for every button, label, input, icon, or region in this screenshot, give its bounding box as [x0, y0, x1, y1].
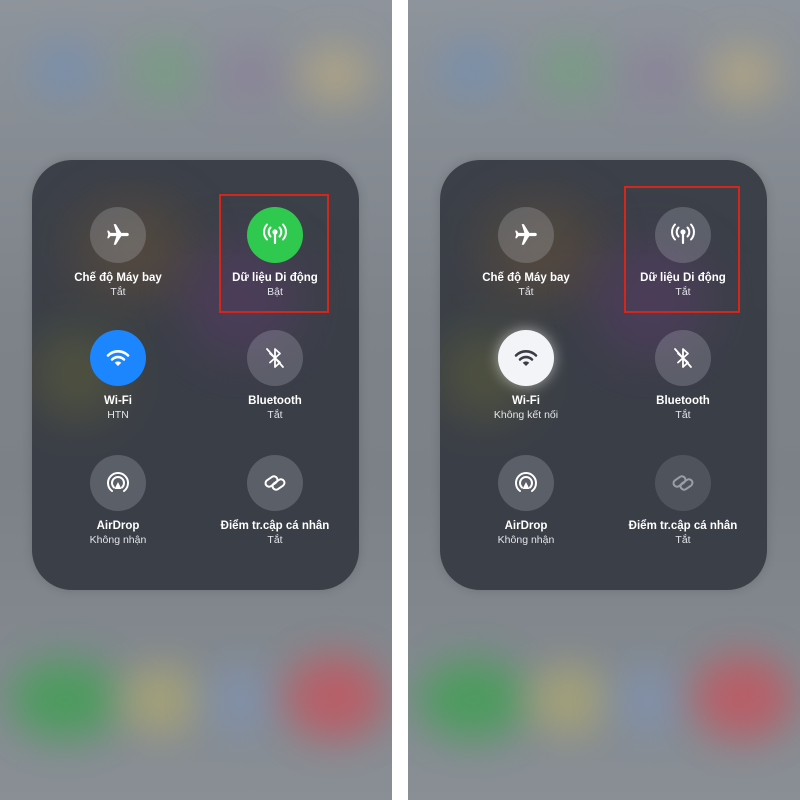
bluetooth-icon — [266, 348, 284, 368]
airplane-icon — [107, 224, 129, 245]
wifi-tile[interactable]: Wi-Fi Không kết nối — [446, 330, 606, 422]
personal-hotspot-status: Tắt — [267, 534, 283, 546]
bluetooth-tile[interactable]: Bluetooth Tắt — [195, 330, 355, 422]
bluetooth-icon — [674, 348, 692, 368]
airplane-icon — [515, 224, 537, 245]
airdrop-icon — [515, 472, 537, 492]
airplane-mode-tile[interactable]: Chế độ Máy bay Tắt — [38, 207, 198, 299]
highlight-box-cellular — [219, 194, 329, 313]
bluetooth-label: Bluetooth — [248, 395, 302, 407]
wifi-label: Wi-Fi — [104, 395, 132, 407]
airdrop-tile[interactable]: AirDrop Không nhận — [38, 455, 198, 547]
wifi-button[interactable] — [90, 330, 146, 386]
highlight-box-cellular — [624, 186, 740, 313]
personal-hotspot-status: Tắt — [675, 534, 691, 546]
bluetooth-status: Tắt — [267, 409, 283, 421]
bluetooth-tile[interactable]: Bluetooth Tắt — [603, 330, 763, 422]
airplane-mode-button[interactable] — [90, 207, 146, 263]
wifi-button[interactable] — [498, 330, 554, 386]
airplane-mode-button[interactable] — [498, 207, 554, 263]
bluetooth-label: Bluetooth — [656, 395, 710, 407]
airdrop-tile[interactable]: AirDrop Không nhận — [446, 455, 606, 547]
wifi-icon — [514, 350, 538, 366]
airdrop-label: AirDrop — [504, 520, 548, 532]
airdrop-label: AirDrop — [96, 520, 140, 532]
bluetooth-button[interactable] — [655, 330, 711, 386]
airplane-mode-label: Chế độ Máy bay — [74, 272, 162, 284]
personal-hotspot-icon — [264, 475, 286, 491]
control-center-panel-right: Chế độ Máy bay Tắt Dữ liệu Di động Tắt W… — [408, 0, 800, 800]
airplane-mode-status: Tắt — [518, 286, 534, 298]
wifi-icon — [106, 350, 130, 366]
airplane-mode-label: Chế độ Máy bay — [482, 272, 570, 284]
airdrop-icon — [107, 472, 129, 492]
wifi-label: Wi-Fi — [512, 395, 540, 407]
personal-hotspot-label: Điểm tr.cập cá nhân — [220, 520, 330, 532]
bluetooth-status: Tắt — [675, 409, 691, 421]
airdrop-status: Không nhận — [497, 534, 555, 546]
airplane-mode-tile[interactable]: Chế độ Máy bay Tắt — [446, 207, 606, 299]
wifi-status: Không kết nối — [493, 409, 559, 421]
personal-hotspot-button[interactable] — [655, 455, 711, 511]
personal-hotspot-icon — [672, 475, 694, 491]
wifi-status: HTN — [107, 409, 129, 421]
control-center-panel-left: Chế độ Máy bay Tắt Dữ liệu Di động Bật W… — [0, 0, 392, 800]
bluetooth-button[interactable] — [247, 330, 303, 386]
personal-hotspot-label: Điểm tr.cập cá nhân — [628, 520, 738, 532]
panel-divider — [392, 0, 408, 800]
airdrop-status: Không nhận — [89, 534, 147, 546]
wifi-tile[interactable]: Wi-Fi HTN — [38, 330, 198, 422]
airdrop-button[interactable] — [498, 455, 554, 511]
airplane-mode-status: Tắt — [110, 286, 126, 298]
personal-hotspot-tile[interactable]: Điểm tr.cập cá nhân Tắt — [603, 455, 763, 547]
personal-hotspot-tile[interactable]: Điểm tr.cập cá nhân Tắt — [195, 455, 355, 547]
airdrop-button[interactable] — [90, 455, 146, 511]
personal-hotspot-button[interactable] — [247, 455, 303, 511]
